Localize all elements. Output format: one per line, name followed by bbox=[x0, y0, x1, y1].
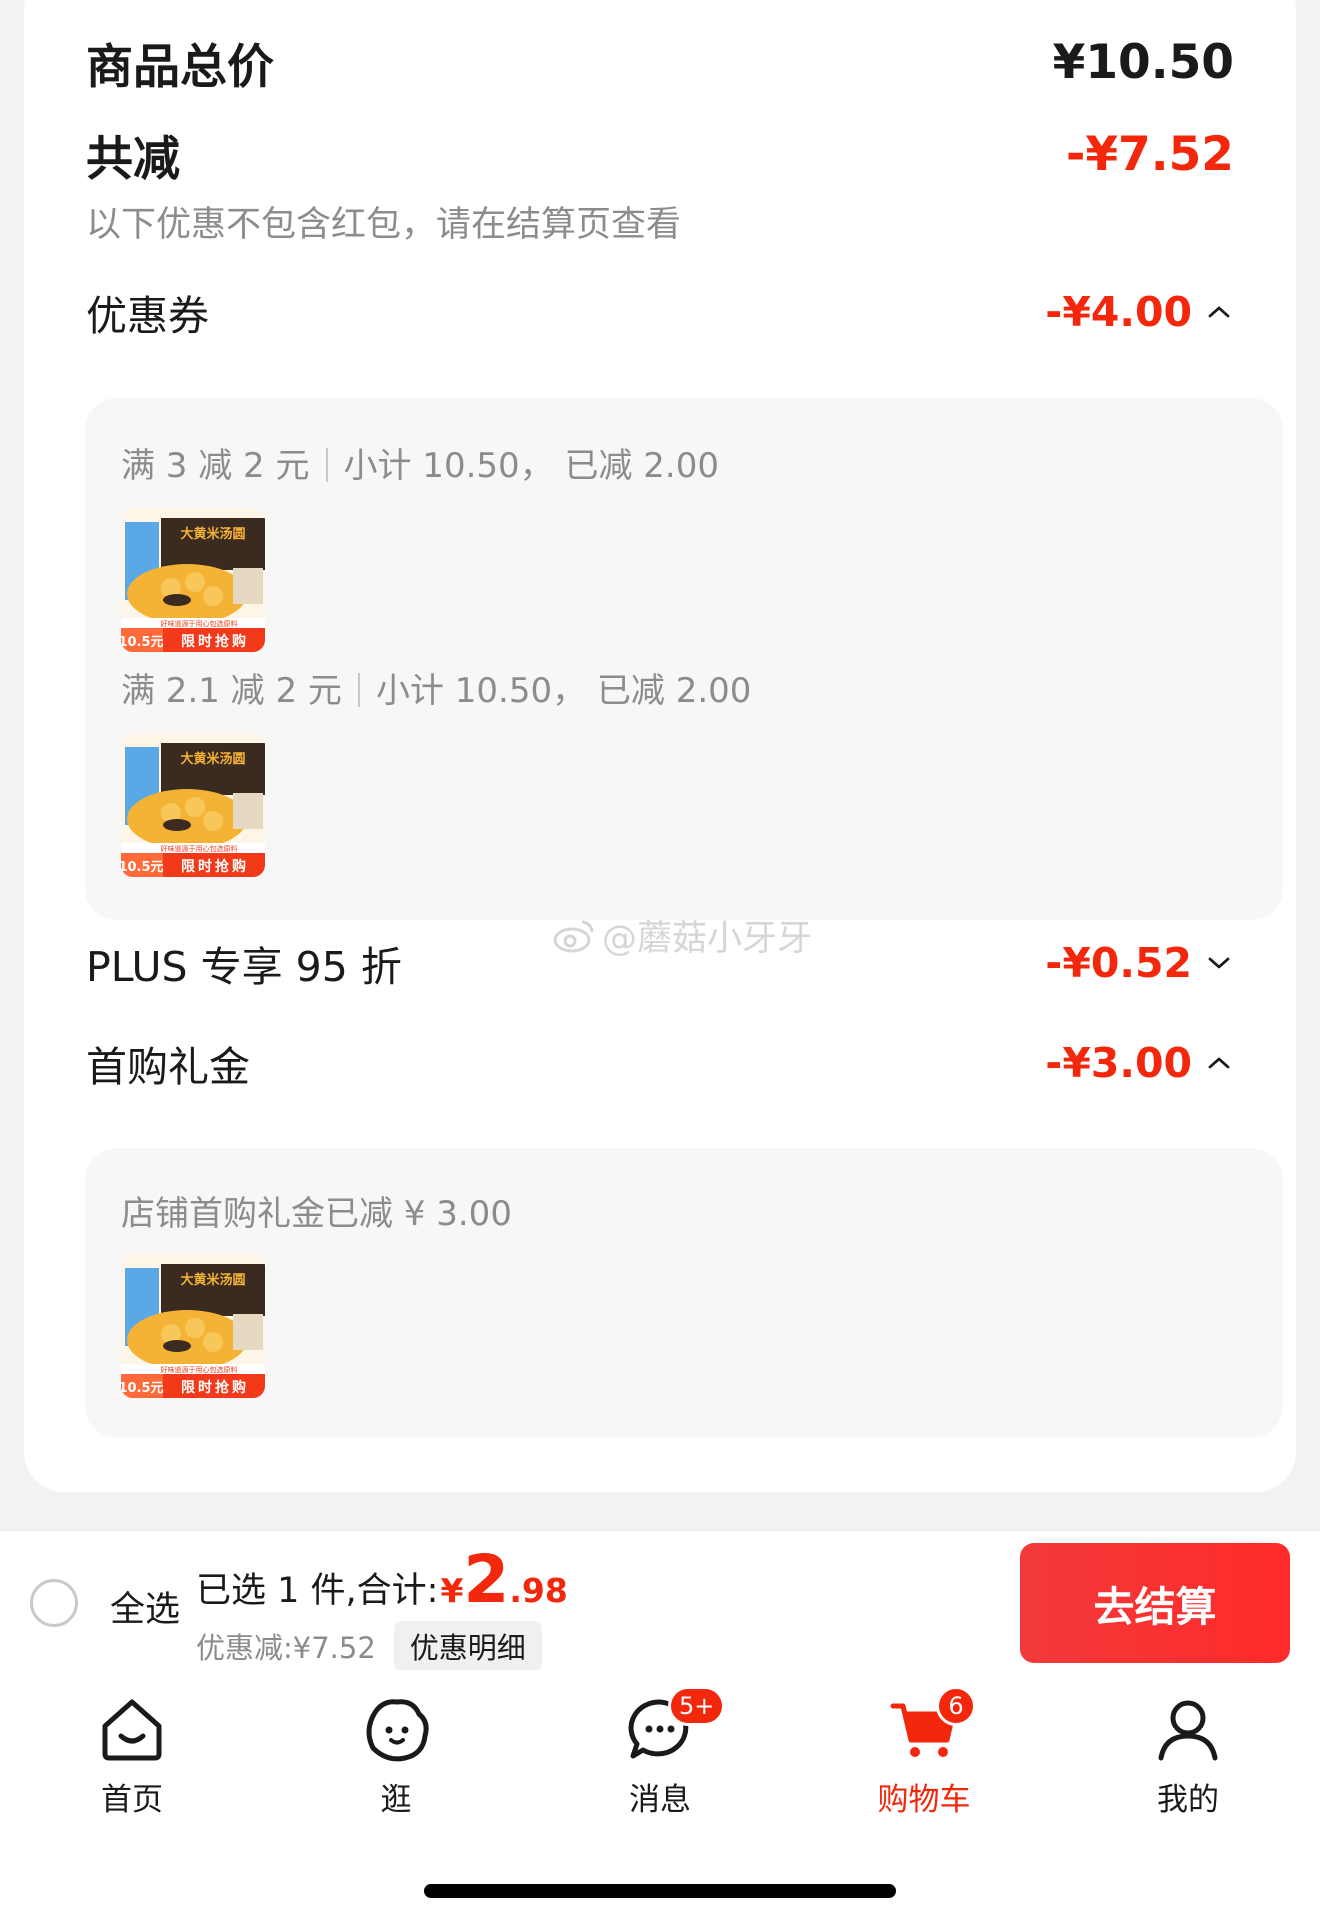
total-reduction-label: 共减 bbox=[86, 132, 180, 187]
first-buy-amount: -¥3.00 bbox=[1045, 1039, 1192, 1087]
svg-text:10.5元: 10.5元 bbox=[121, 860, 164, 875]
checkout-bar: 全选 已选 1 件,合计: ¥ 2 .98 优惠减:¥7.52 优惠明细 去结算 bbox=[0, 1530, 1320, 1671]
stroll-icon bbox=[366, 1699, 429, 1762]
svg-text:好味道源于用心包选原料: 好味道源于用心包选原料 bbox=[161, 619, 238, 628]
svg-text:限时抢购: 限时抢购 bbox=[181, 1379, 249, 1396]
message-badge: 5+ bbox=[668, 1686, 726, 1726]
coupon-detail-panel: 满 3 减 2 元小计 10.50， 已减 2.00 大黄米汤圆 好味道源于用心… bbox=[85, 398, 1283, 920]
plus-discount-row[interactable]: PLUS 专享 95 折 -¥0.52 bbox=[86, 933, 1234, 993]
svg-text:10.5元: 10.5元 bbox=[121, 1381, 164, 1396]
total-price-label: 商品总价 bbox=[86, 40, 274, 95]
first-buy-row[interactable]: 首购礼金 -¥3.00 bbox=[86, 1033, 1234, 1093]
coupon-rule-condition: 满 2.1 减 2 元 bbox=[121, 671, 342, 711]
tab-label: 逛 bbox=[380, 1782, 412, 1818]
coupon-rule-2: 满 2.1 减 2 元小计 10.50， 已减 2.00 bbox=[121, 663, 751, 712]
tab-stroll[interactable]: 逛 bbox=[326, 1692, 466, 1819]
svg-text:10.5元: 10.5元 bbox=[121, 635, 164, 650]
chevron-up-icon[interactable] bbox=[1204, 297, 1234, 327]
plus-discount-label: PLUS 专享 95 折 bbox=[86, 943, 402, 991]
first-buy-label: 首购礼金 bbox=[86, 1043, 250, 1091]
tab-cart[interactable]: 6 购物车 bbox=[854, 1686, 994, 1819]
select-all-radio[interactable] bbox=[30, 1579, 78, 1627]
svg-text:限时抢购: 限时抢购 bbox=[181, 633, 249, 650]
total-integer: 2 bbox=[463, 1541, 510, 1618]
svg-text:好味道源于用心包选原料: 好味道源于用心包选原料 bbox=[161, 844, 238, 853]
discount-amount-text: 优惠减:¥7.52 bbox=[196, 1631, 376, 1665]
discount-summary: 优惠减:¥7.52 优惠明细 bbox=[196, 1621, 542, 1671]
tab-messages[interactable]: 5+ 消息 bbox=[590, 1686, 730, 1819]
checkout-button[interactable]: 去结算 bbox=[1020, 1543, 1290, 1663]
svg-text:大黄米汤圆: 大黄米汤圆 bbox=[180, 1272, 245, 1288]
tab-profile[interactable]: 我的 bbox=[1118, 1692, 1258, 1819]
chevron-up-icon[interactable] bbox=[1204, 1048, 1234, 1078]
coupon-amount: -¥4.00 bbox=[1045, 288, 1192, 336]
svg-text:大黄米汤圆: 大黄米汤圆 bbox=[180, 526, 245, 542]
plus-discount-amount: -¥0.52 bbox=[1045, 939, 1192, 987]
product-thumbnail[interactable]: 大黄米汤圆 好味道源于用心包选原料 10.5元 限时抢购 bbox=[121, 1254, 265, 1398]
total-price-value: ¥10.50 bbox=[1052, 35, 1234, 90]
first-buy-rule: 店铺首购礼金已减 ¥ 3.00 bbox=[121, 1194, 512, 1234]
coupon-rule-1: 满 3 减 2 元小计 10.50， 已减 2.00 bbox=[121, 438, 719, 487]
tab-label: 我的 bbox=[1157, 1782, 1219, 1818]
coupon-rule-condition: 满 3 减 2 元 bbox=[121, 446, 310, 486]
discount-detail-card: 商品总价 ¥10.50 共减 -¥7.52 以下优惠不包含红包，请在结算页查看 … bbox=[24, 0, 1296, 1492]
total-currency: ¥ bbox=[440, 1571, 464, 1610]
cart-badge: 6 bbox=[936, 1686, 976, 1726]
total-decimal: .98 bbox=[509, 1571, 568, 1610]
coupon-rule-detail: 小计 10.50， 已减 2.00 bbox=[343, 446, 719, 486]
product-thumbnail[interactable]: 大黄米汤圆 好味道源于用心包选原料 10.5元 限时抢购 bbox=[121, 508, 265, 652]
tab-label: 购物车 bbox=[877, 1782, 971, 1818]
product-thumbnail[interactable]: 大黄米汤圆 好味道源于用心包选原料 10.5元 限时抢购 bbox=[121, 733, 265, 877]
selected-count: 已选 1 件,合计: bbox=[196, 1571, 439, 1611]
tab-home[interactable]: 首页 bbox=[62, 1692, 202, 1819]
coupon-rule-detail: 小计 10.50， 已减 2.00 bbox=[375, 671, 752, 711]
tab-label: 首页 bbox=[101, 1782, 163, 1818]
select-all-label[interactable]: 全选 bbox=[110, 1581, 180, 1632]
first-buy-detail-panel: 店铺首购礼金已减 ¥ 3.00 大黄米汤圆 好味道源于用心包选原料 10.5元 … bbox=[85, 1148, 1283, 1438]
home-indicator bbox=[424, 1884, 896, 1898]
tab-label: 消息 bbox=[629, 1782, 691, 1818]
total-price-row: 商品总价 ¥10.50 bbox=[86, 28, 1234, 97]
svg-text:限时抢购: 限时抢购 bbox=[181, 858, 249, 875]
order-summary: 已选 1 件,合计: ¥ 2 .98 bbox=[196, 1547, 568, 1613]
chevron-down-icon[interactable] bbox=[1204, 948, 1234, 978]
reduction-note: 以下优惠不包含红包，请在结算页查看 bbox=[86, 205, 682, 245]
discount-detail-button[interactable]: 优惠明细 bbox=[393, 1621, 542, 1671]
svg-text:大黄米汤圆: 大黄米汤圆 bbox=[180, 751, 245, 767]
coupon-label: 优惠券 bbox=[86, 292, 209, 340]
svg-text:好味道源于用心包选原料: 好味道源于用心包选原料 bbox=[161, 1365, 238, 1374]
coupon-row[interactable]: 优惠券 -¥4.00 bbox=[86, 282, 1234, 342]
profile-icon bbox=[1158, 1700, 1218, 1761]
total-reduction-row: 共减 -¥7.52 bbox=[86, 120, 1234, 189]
home-icon bbox=[102, 1699, 162, 1761]
total-reduction-value: -¥7.52 bbox=[1065, 127, 1234, 182]
